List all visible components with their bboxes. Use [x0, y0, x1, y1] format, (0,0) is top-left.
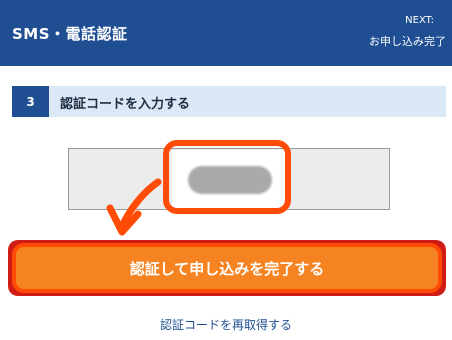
page-header: SMS・電話認証 NEXT: お申し込み完了	[0, 0, 452, 66]
annotation-highlight-circle	[163, 140, 291, 214]
step-number-badge: 3	[12, 86, 49, 117]
step-label: 認証コードを入力する	[60, 97, 191, 112]
resend-code-link[interactable]: 認証コードを再取得する	[0, 316, 452, 333]
step-header: 3 認証コードを入力する	[12, 86, 446, 117]
page-title: SMS・電話認証	[12, 25, 128, 43]
complete-verification-button[interactable]: 認証して申し込みを完了する	[12, 243, 442, 293]
next-step-label: NEXT:	[405, 15, 434, 26]
next-step-value: お申し込み完了	[369, 35, 446, 48]
